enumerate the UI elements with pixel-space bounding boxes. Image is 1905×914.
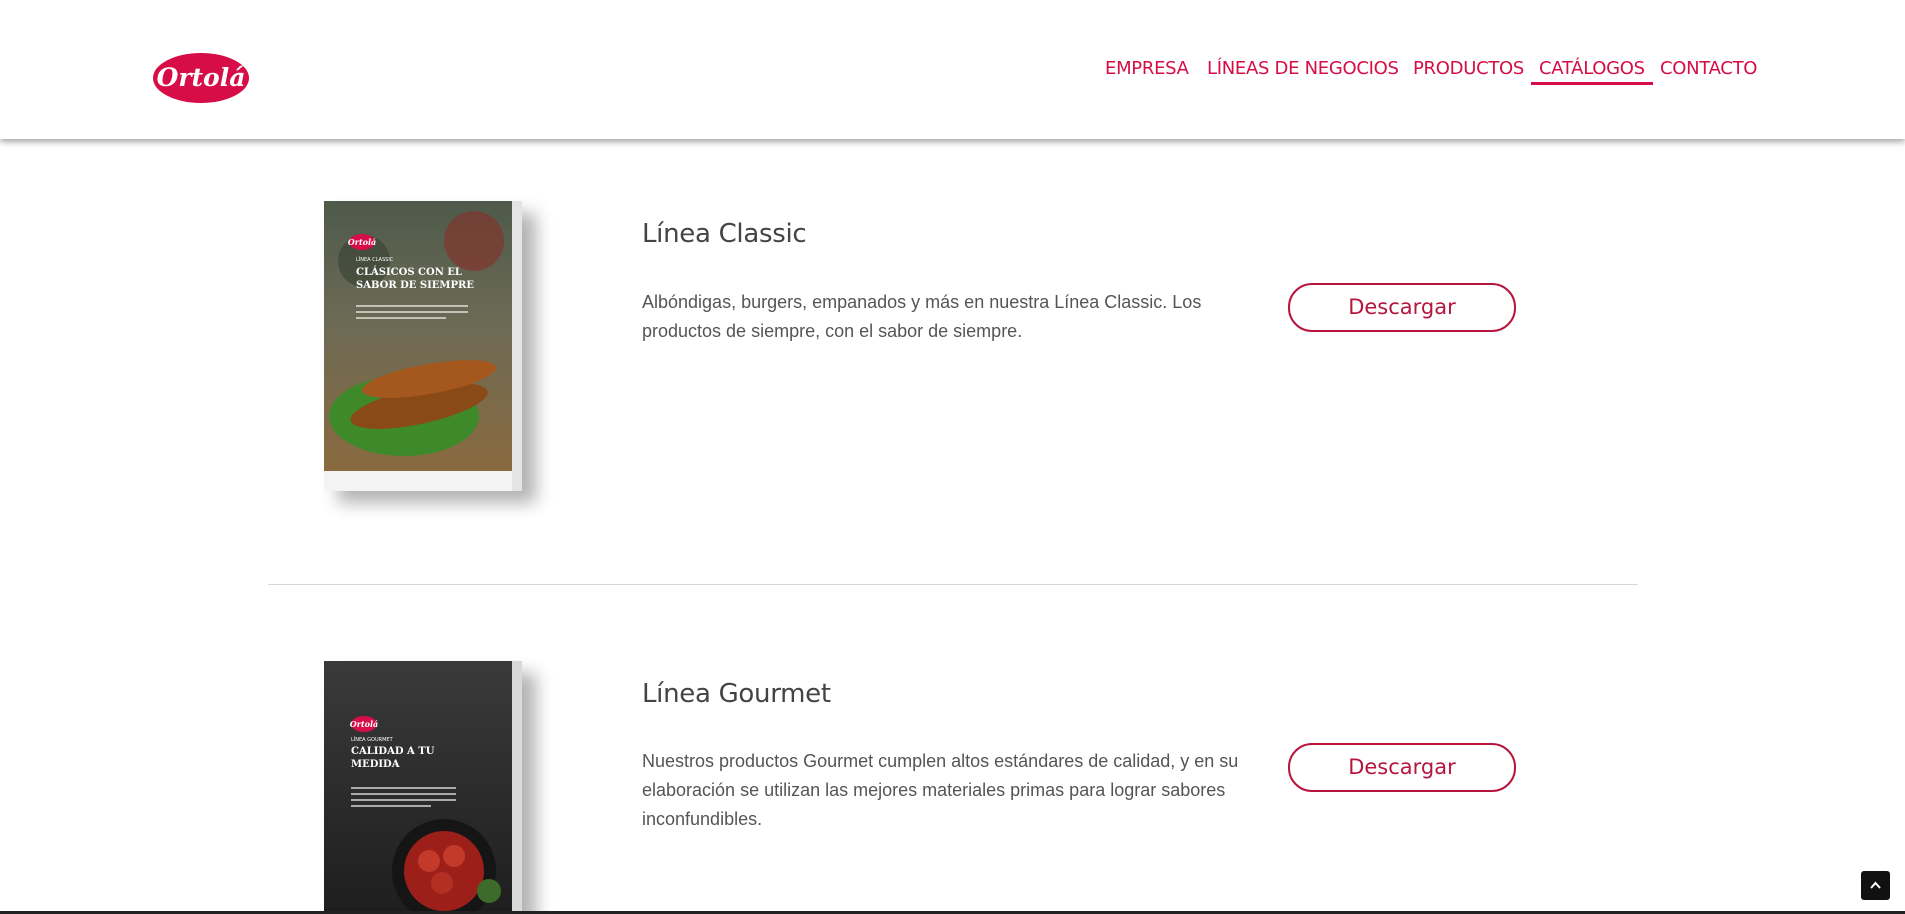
nav-contacto[interactable]: CONTACTO	[1660, 56, 1757, 82]
svg-text:Ortolá: Ortolá	[350, 719, 378, 729]
catalog-description: Albóndigas, burgers, empanados y más en …	[642, 292, 1202, 341]
catalog-title: Línea Classic	[642, 219, 807, 249]
nav-empresa[interactable]: EMPRESA	[1105, 56, 1189, 82]
svg-text:CALIDAD A TU: CALIDAD A TU	[351, 746, 435, 757]
svg-text:SABOR DE SIEMPRE: SABOR DE SIEMPRE	[356, 280, 474, 291]
svg-text:MEDIDA: MEDIDA	[351, 759, 400, 770]
chevron-up-icon	[1870, 881, 1881, 889]
download-button[interactable]: Descargar	[1288, 283, 1516, 332]
catalog-title: Línea Gourmet	[642, 679, 831, 709]
divider	[268, 584, 1638, 585]
catalog-cover-gourmet[interactable]: Ortolá LÍNEA GOURMET CALIDAD A TU MEDIDA	[324, 661, 522, 914]
svg-text:Ortolá: Ortolá	[348, 237, 376, 247]
svg-text:CLÁSICOS CON EL: CLÁSICOS CON EL	[356, 266, 462, 278]
scroll-to-top-button[interactable]	[1861, 871, 1890, 900]
svg-text:LÍNEA GOURMET: LÍNEA GOURMET	[351, 736, 394, 743]
nav-lineas-de-negocios[interactable]: LÍNEAS DE NEGOCIOS	[1207, 56, 1399, 82]
catalog-cover-classic[interactable]: Ortolá LÍNEA CLASSIC CLÁSICOS CON EL SAB…	[324, 201, 522, 491]
download-button[interactable]: Descargar	[1288, 743, 1516, 792]
svg-text:LÍNEA CLASSIC: LÍNEA CLASSIC	[356, 256, 394, 263]
main-nav: EMPRESA LÍNEAS DE NEGOCIOS PRODUCTOS CAT…	[0, 56, 1905, 86]
nav-productos[interactable]: PRODUCTOS	[1413, 56, 1524, 82]
site-header: Ortolá EMPRESA LÍNEAS DE NEGOCIOS PRODUC…	[0, 0, 1905, 139]
nav-catalogos[interactable]: CATÁLOGOS	[1531, 56, 1653, 85]
catalog-description: Nuestros productos Gourmet cumplen altos…	[642, 751, 1239, 829]
